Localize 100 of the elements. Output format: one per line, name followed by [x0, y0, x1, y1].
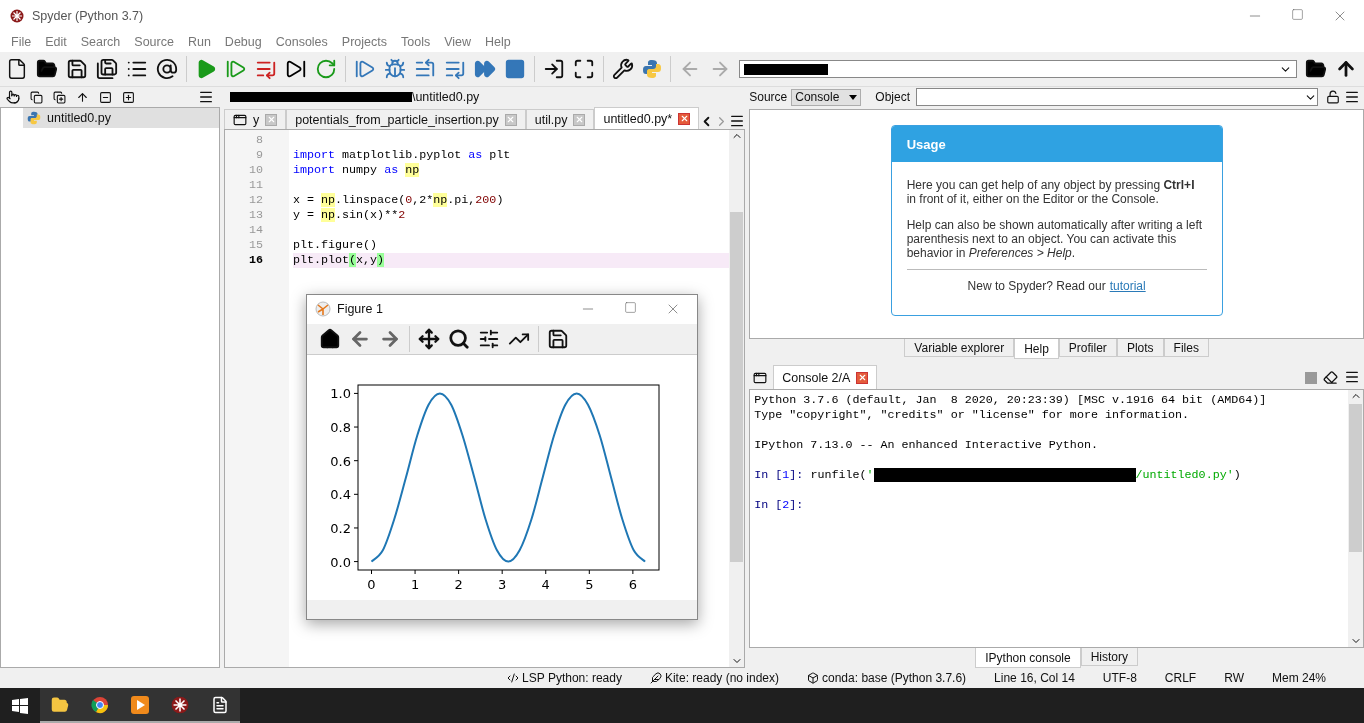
status-text: RW — [1224, 671, 1244, 685]
path-field[interactable] — [739, 60, 1297, 78]
explorer-row[interactable]: untitled0.py — [23, 108, 219, 128]
menu-icon[interactable] — [1344, 369, 1360, 385]
menu-item[interactable]: Source — [127, 35, 181, 49]
open-folder-icon[interactable] — [36, 58, 58, 80]
pan-icon[interactable] — [418, 327, 440, 350]
source-dropdown[interactable]: Console — [791, 88, 862, 106]
windows-logo-icon[interactable] — [12, 697, 28, 714]
open-folder-icon[interactable] — [1305, 58, 1327, 80]
editor-tab[interactable]: potentials_from_particle_insertion.py — [286, 109, 526, 129]
line-number: 16 — [247, 253, 264, 268]
spyder-icon — [171, 695, 189, 714]
menu-item[interactable]: Run — [180, 35, 218, 49]
browser-icon[interactable] — [91, 695, 109, 714]
code-icon[interactable] — [507, 672, 520, 684]
object-field[interactable] — [916, 88, 1318, 106]
stop-icon[interactable] — [504, 58, 526, 80]
save-all-icon[interactable] — [96, 58, 118, 80]
console-line: IPython 7.13.0 -- An enhanced Interactive Python. — [754, 438, 1099, 453]
dropdown-arrow-icon[interactable] — [849, 94, 858, 100]
menu-item[interactable]: Debug — [217, 35, 269, 49]
menu-item[interactable]: Edit — [38, 35, 74, 49]
python-icon[interactable] — [642, 59, 662, 79]
pane-tab[interactable]: History — [1080, 648, 1138, 666]
continue-icon[interactable] — [474, 58, 496, 80]
line-number: 14 — [247, 223, 264, 238]
copy-plus-icon[interactable] — [53, 90, 66, 104]
folder-icon[interactable] — [51, 695, 69, 714]
close-tab-icon[interactable] — [856, 371, 869, 384]
status-text: Kite: ready (no index) — [664, 671, 779, 685]
console-tab[interactable]: Console 2/A — [773, 365, 878, 389]
footer-text: New to Spyder? Read our — [967, 279, 1106, 293]
home-icon[interactable] — [319, 327, 341, 350]
file-name: untitled0.py — [47, 111, 111, 125]
save-icon[interactable] — [547, 327, 569, 350]
pane-tab[interactable]: Profiler — [1058, 339, 1117, 357]
fullscreen-icon[interactable] — [573, 58, 595, 80]
status-text: UTF-8 — [1102, 671, 1137, 685]
python-icon[interactable] — [27, 111, 41, 125]
pane-tab[interactable]: IPython console — [975, 648, 1081, 668]
tab-label: util.py — [534, 112, 568, 127]
menu-item[interactable]: Consoles — [268, 35, 335, 49]
menu-item[interactable]: View — [437, 35, 479, 49]
console-line: Type "copyright", "credits" or "license" for more information. — [754, 408, 1191, 423]
media-player-icon[interactable] — [131, 695, 149, 714]
status-text: Line 16, Col 14 — [994, 671, 1075, 685]
code-line: import numpy as np — [292, 163, 421, 178]
line-number: 9 — [254, 148, 264, 163]
collapse-icon[interactable] — [99, 90, 112, 104]
menu-icon[interactable] — [197, 89, 214, 105]
document-icon[interactable] — [211, 695, 229, 714]
spyder-logo-icon — [10, 9, 24, 23]
pointer-icon[interactable] — [6, 90, 20, 104]
at-sign-icon[interactable] — [156, 58, 178, 80]
line-number: 13 — [247, 208, 264, 223]
close-tab-icon[interactable] — [678, 112, 691, 125]
menu-item[interactable]: Projects — [334, 35, 394, 49]
up-arrow-icon[interactable] — [76, 90, 89, 104]
scrollbar[interactable] — [729, 130, 745, 667]
tab-label: potentials_from_particle_insertion.py — [295, 112, 499, 127]
new-file-icon[interactable] — [6, 58, 28, 80]
window-icon[interactable] — [753, 371, 768, 385]
x-tick-label: 1 — [410, 576, 420, 592]
tutorial-link[interactable]: tutorial — [1109, 279, 1146, 293]
rerun-icon[interactable] — [315, 58, 337, 80]
editor-tab[interactable]: untitled0.py* — [594, 107, 700, 129]
pane-tab[interactable]: Plots — [1116, 339, 1164, 357]
figure-logo-icon — [315, 301, 331, 318]
pane-tab[interactable]: Files — [1163, 339, 1209, 357]
menu-item[interactable]: Help — [478, 35, 518, 49]
y-tick-label: 0.0 — [330, 554, 351, 570]
code-line: y = np.sin(x)**2 — [292, 208, 407, 223]
window-icon[interactable] — [232, 112, 247, 127]
object-label: Object — [875, 90, 910, 104]
scrollbar[interactable] — [1348, 390, 1363, 647]
sliders-icon[interactable] — [478, 327, 500, 350]
menu-icon[interactable] — [1344, 89, 1360, 105]
wrench-icon[interactable] — [612, 58, 634, 80]
menu-item[interactable]: Search — [73, 35, 128, 49]
tab-label: untitled0.py* — [603, 111, 673, 126]
editor-tab[interactable]: util.py — [525, 109, 595, 129]
pane-tab[interactable]: Help — [1014, 339, 1059, 359]
expand-icon[interactable] — [122, 90, 135, 104]
line-number: 11 — [247, 178, 264, 193]
console-line: Python 3.7.6 (default, Jan 8 2020, 20:23:39) [MSC v.1916 64 bit (AMD64)] — [754, 393, 1268, 408]
menu-icon[interactable] — [729, 113, 746, 129]
y-tick-label: 0.2 — [330, 520, 351, 536]
eraser-icon[interactable] — [1323, 370, 1338, 385]
save-icon[interactable] — [66, 58, 88, 80]
zoom-icon[interactable] — [448, 327, 470, 350]
lock-icon[interactable] — [1326, 90, 1340, 104]
feather-icon[interactable] — [649, 672, 662, 684]
copy-icon[interactable] — [30, 90, 43, 104]
box-icon[interactable] — [807, 672, 819, 684]
code-line: import matplotlib.pyplot as plt — [292, 148, 512, 163]
pane-tab[interactable]: Variable explorer — [904, 339, 1015, 357]
menu-item[interactable]: Tools — [394, 35, 438, 49]
menu-item[interactable]: File — [4, 35, 39, 49]
editor-tab[interactable]: y — [223, 109, 287, 129]
